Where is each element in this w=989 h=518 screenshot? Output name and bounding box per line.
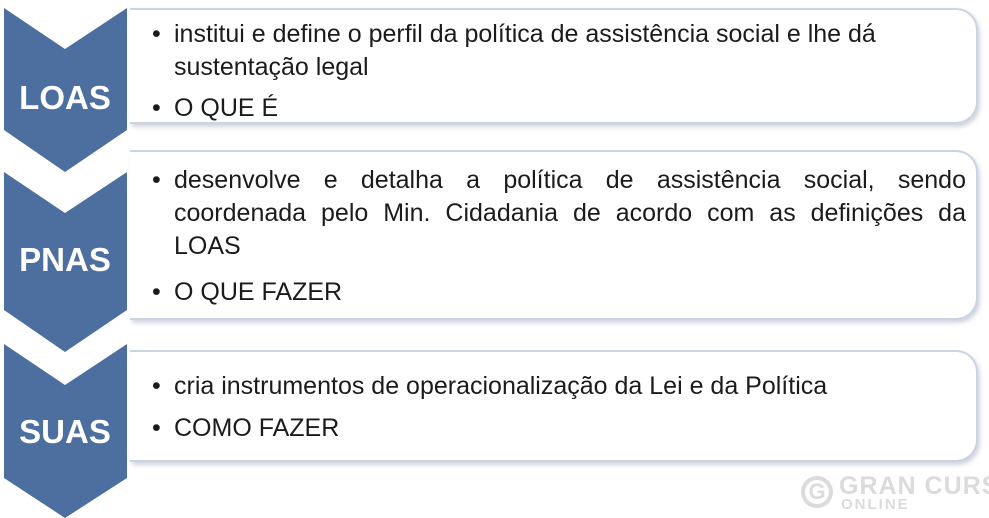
bullet-text: desenvolve e detalha a política de assis…	[174, 166, 966, 260]
card-loas: • institui e define o perfil da política…	[130, 8, 978, 124]
bullet-dot: •	[152, 278, 161, 306]
stage-label-loas: LOAS	[19, 79, 111, 116]
list-item: • O QUE FAZER	[152, 276, 966, 309]
card-pnas: • desenvolve e detalha a política de ass…	[130, 150, 978, 320]
bullet-text: O QUE É	[174, 94, 279, 122]
card-suas: • cria instrumentos de operacionalização…	[130, 350, 978, 462]
bullet-dot: •	[152, 94, 161, 122]
bullet-text: cria instrumentos de operacionalização d…	[174, 372, 828, 400]
stage-label-pnas: PNAS	[19, 241, 111, 278]
gran-logo-icon: G	[801, 476, 833, 508]
bullet-text: COMO FAZER	[174, 414, 340, 442]
bullet-text: O QUE FAZER	[174, 278, 343, 306]
gran-cursos-watermark: G GRAN CURS ONLINE	[789, 472, 989, 516]
watermark-line-2: ONLINE	[841, 496, 910, 513]
list-item: • institui e define o perfil da política…	[152, 18, 966, 84]
list-item: • COMO FAZER	[152, 412, 966, 445]
bullet-dot: •	[152, 372, 161, 400]
bullet-dot: •	[152, 166, 161, 194]
list-item: • cria instrumentos de operacionalização…	[152, 370, 966, 403]
bullet-dot: •	[152, 414, 161, 442]
bullet-dot: •	[152, 20, 161, 48]
list-item: • desenvolve e detalha a política de ass…	[152, 164, 966, 263]
bullet-text: institui e define o perfil da política d…	[174, 20, 876, 81]
stage-label-suas: SUAS	[19, 413, 111, 450]
list-item: • O QUE É	[152, 92, 966, 125]
